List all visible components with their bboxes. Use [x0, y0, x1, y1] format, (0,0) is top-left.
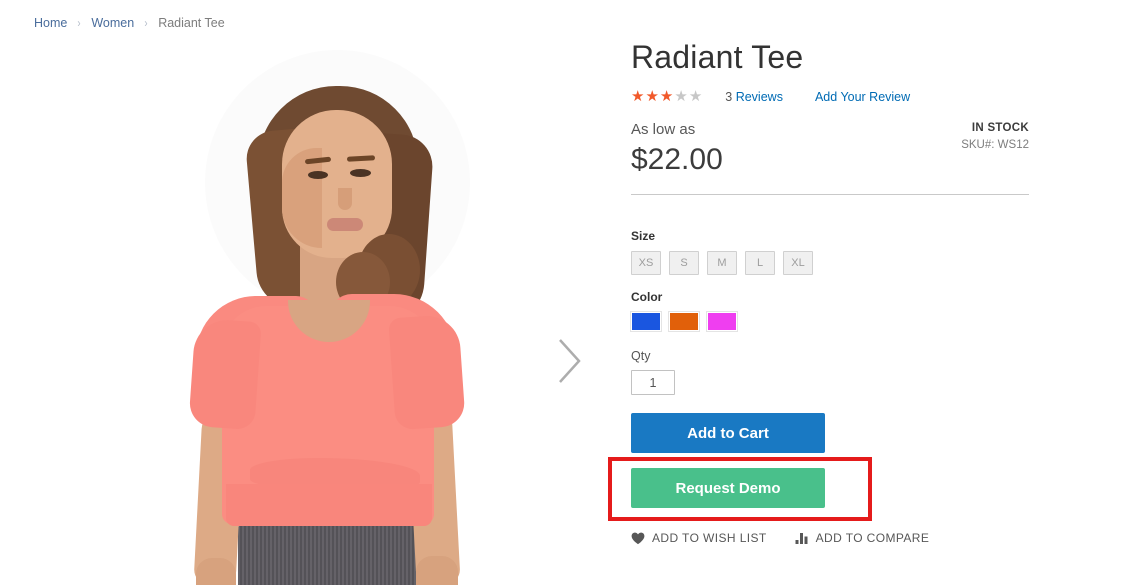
- qty-label: Qty: [631, 349, 651, 363]
- breadcrumb-item-women[interactable]: Women: [91, 14, 134, 32]
- request-demo-wrapper: Request Demo: [608, 457, 1029, 521]
- quantity-input[interactable]: [631, 370, 675, 395]
- reviews-link[interactable]: Reviews: [736, 90, 783, 104]
- heart-icon: [631, 532, 645, 545]
- reviews-count: 3 Reviews: [725, 90, 783, 104]
- request-demo-button[interactable]: Request Demo: [631, 468, 825, 508]
- rating-stars[interactable]: ★★★★★: [631, 89, 703, 105]
- size-swatch-m[interactable]: M: [707, 251, 737, 275]
- sku-label: SKU#:: [961, 139, 995, 151]
- model-illustration: [0, 38, 545, 585]
- breadcrumb-item-current: Radiant Tee: [158, 16, 225, 30]
- stock-info: IN STOCK SKU#: WS12: [961, 122, 1029, 151]
- size-swatch-row: XS S M L XL: [631, 251, 1029, 275]
- size-swatch-xl[interactable]: XL: [783, 251, 813, 275]
- sku-value: WS12: [997, 139, 1029, 151]
- reviews-count-value: 3: [725, 90, 733, 104]
- price-block: As low as $22.00 IN STOCK SKU#: WS12: [631, 120, 1029, 190]
- chevron-right-icon[interactable]: [552, 336, 586, 386]
- chevron-right-icon: ›: [77, 16, 81, 30]
- color-swatch-magenta[interactable]: [706, 311, 738, 332]
- color-swatch-row: [630, 311, 1029, 332]
- breadcrumb: Home › Women › Radiant Tee: [34, 14, 225, 32]
- product-extra-links: ADD TO WISH LIST ADD TO COMPARE: [631, 531, 1029, 545]
- sku: SKU#: WS12: [961, 139, 1029, 151]
- color-swatch-orange[interactable]: [668, 311, 700, 332]
- product-image[interactable]: [0, 38, 545, 585]
- size-swatch-xs[interactable]: XS: [631, 251, 661, 275]
- star-filled-1: ★: [631, 88, 646, 105]
- add-to-wish-list-label: ADD TO WISH LIST: [652, 531, 767, 545]
- size-option-label: Size: [631, 229, 656, 243]
- add-your-review-link[interactable]: Add Your Review: [815, 90, 910, 104]
- size-swatch-s[interactable]: S: [669, 251, 699, 275]
- color-option-label: Color: [631, 290, 663, 304]
- status-badge: IN STOCK: [971, 122, 1029, 134]
- star-filled-2: ★: [645, 88, 660, 105]
- star-empty-4: ★: [674, 88, 689, 105]
- add-to-compare-link[interactable]: ADD TO COMPARE: [795, 531, 930, 545]
- breadcrumb-item-home[interactable]: Home: [34, 14, 67, 32]
- size-swatch-l[interactable]: L: [745, 251, 775, 275]
- reviews-summary: ★★★★★ 3 Reviews Add Your Review: [631, 88, 1029, 106]
- product-detail-page: Home › Women › Radiant Tee Radiant Tee ★…: [0, 0, 1124, 585]
- star-filled-3: ★: [659, 88, 675, 105]
- bar-chart-icon: [795, 532, 809, 544]
- page-title: Radiant Tee: [631, 39, 804, 75]
- add-to-wish-list-link[interactable]: ADD TO WISH LIST: [631, 531, 767, 545]
- color-swatch-blue[interactable]: [630, 311, 662, 332]
- product-gallery: [0, 38, 600, 585]
- star-empty-5: ★: [688, 88, 704, 105]
- chevron-right-icon: ›: [144, 16, 148, 30]
- product-info: Radiant Tee ★★★★★ 3 Reviews Add Your Rev…: [608, 38, 1029, 545]
- add-to-compare-label: ADD TO COMPARE: [815, 531, 930, 545]
- add-to-cart-button[interactable]: Add to Cart: [631, 413, 825, 453]
